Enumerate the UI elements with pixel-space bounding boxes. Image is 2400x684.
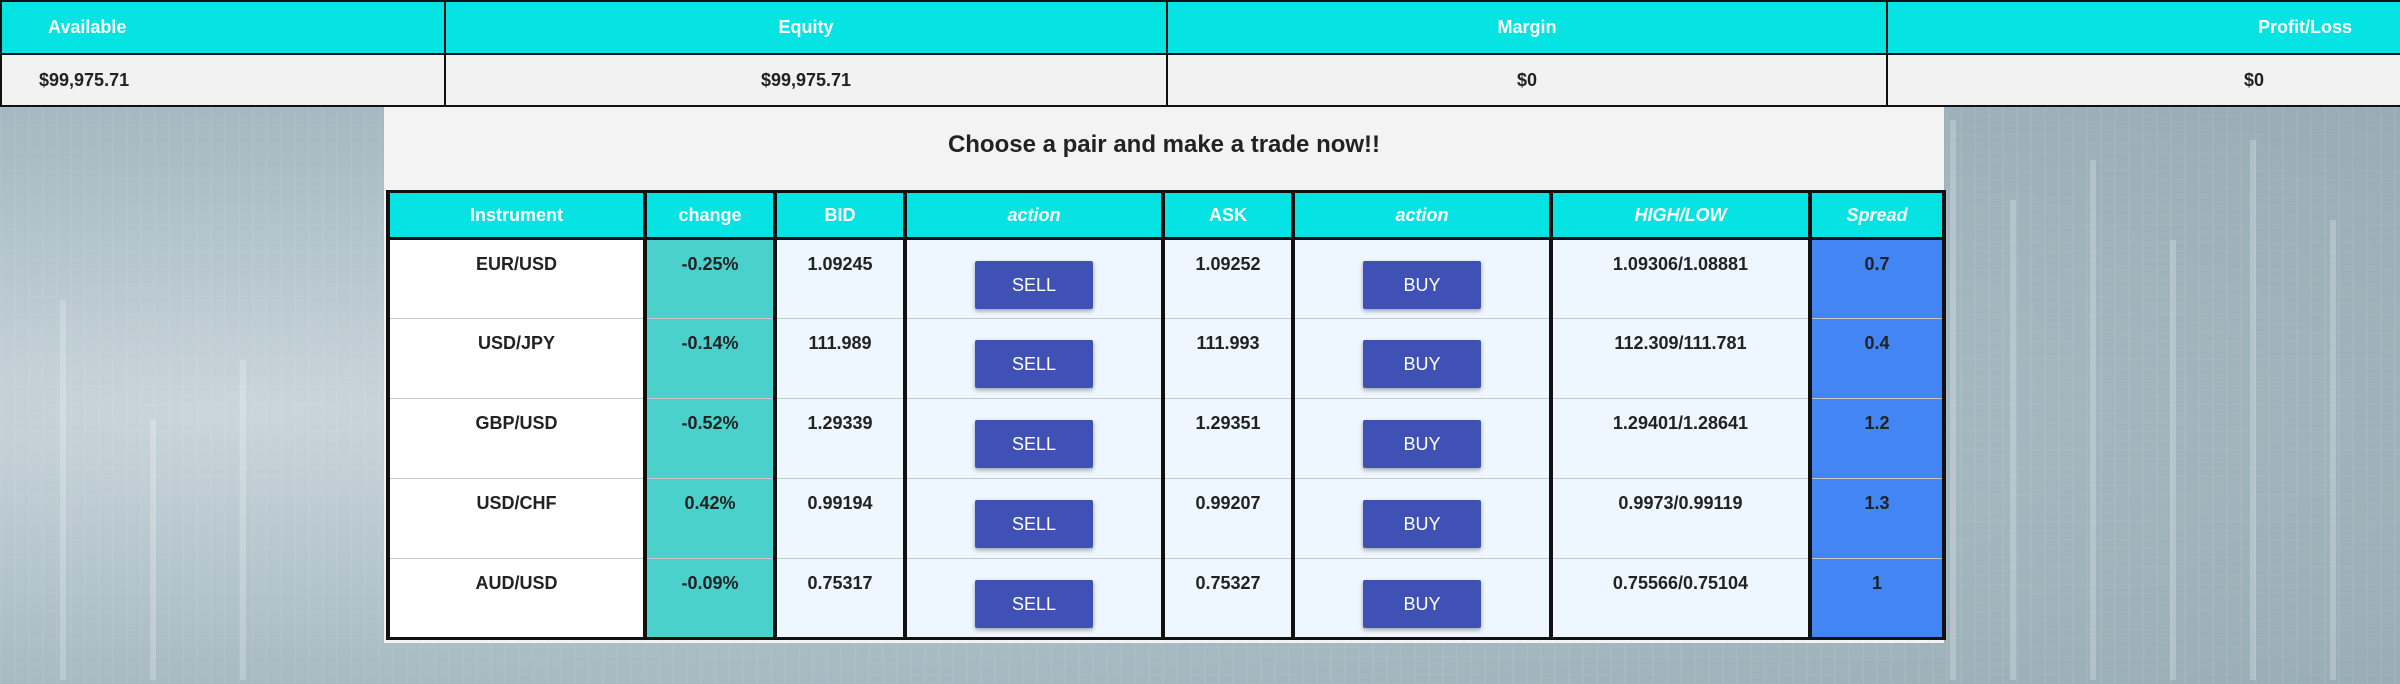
col-action-sell: action (903, 191, 1165, 240)
ask-value: 0.75327 (1161, 558, 1295, 639)
profit-loss-value: $0 (1886, 53, 2400, 107)
change-value: 0.42% (643, 478, 777, 559)
change-value: -0.25% (643, 238, 777, 319)
instrument-table: Instrument change BID action ASK action … (386, 190, 1946, 640)
spread-value: 1.3 (1808, 478, 1946, 559)
instrument-name: EUR/USD (386, 238, 647, 319)
account-summary-header-row: Available Equity Margin Profit/Loss (0, 0, 2400, 55)
spread-value: 1 (1808, 558, 1946, 639)
instrument-name: GBP/USD (386, 398, 647, 479)
sell-button[interactable]: SELL (975, 580, 1093, 628)
buy-button[interactable]: BUY (1363, 500, 1481, 548)
col-high-low: HIGH/LOW (1549, 191, 1812, 240)
col-ask: ASK (1161, 191, 1295, 240)
profit-loss-header: Profit/Loss (1886, 0, 2400, 55)
margin-value: $0 (1166, 53, 1888, 107)
sell-button[interactable]: SELL (975, 500, 1093, 548)
change-value: -0.14% (643, 318, 777, 399)
equity-header: Equity (444, 0, 1168, 55)
instrument-name: USD/CHF (386, 478, 647, 559)
buy-button[interactable]: BUY (1363, 580, 1481, 628)
high-low-value: 0.9973/0.99119 (1549, 478, 1812, 559)
instrument-table-header: Instrument change BID action ASK action … (386, 191, 1946, 240)
spread-value: 0.4 (1808, 318, 1946, 399)
change-value: -0.09% (643, 558, 777, 639)
ask-value: 1.09252 (1161, 238, 1295, 319)
col-spread: Spread (1808, 191, 1946, 240)
high-low-value: 1.29401/1.28641 (1549, 398, 1812, 479)
margin-header: Margin (1166, 0, 1888, 55)
bid-value: 1.09245 (773, 238, 907, 319)
instrument-name: AUD/USD (386, 558, 647, 639)
available-value: $99,975.71 (0, 53, 446, 107)
ask-value: 1.29351 (1161, 398, 1295, 479)
col-bid: BID (773, 191, 907, 240)
instrument-row: GBP/USD -0.52% 1.29339 SELL 1.29351 BUY … (386, 398, 1946, 479)
col-change: change (643, 191, 777, 240)
available-header: Available (0, 0, 446, 55)
instrument-row: USD/CHF 0.42% 0.99194 SELL 0.99207 BUY 0… (386, 478, 1946, 559)
buy-button[interactable]: BUY (1363, 420, 1481, 468)
equity-value: $99,975.71 (444, 53, 1168, 107)
bid-value: 111.989 (773, 318, 907, 399)
col-action-buy: action (1291, 191, 1553, 240)
account-summary-values-row: $99,975.71 $99,975.71 $0 $0 (0, 53, 2400, 107)
spread-value: 0.7 (1808, 238, 1946, 319)
buy-button[interactable]: BUY (1363, 261, 1481, 309)
instrument-row: EUR/USD -0.25% 1.09245 SELL 1.09252 BUY … (386, 238, 1946, 319)
trading-panel: Choose a pair and make a trade now!! Ins… (384, 107, 1946, 643)
bid-value: 0.99194 (773, 478, 907, 559)
panel-title: Choose a pair and make a trade now!! (947, 131, 1381, 158)
bid-value: 0.75317 (773, 558, 907, 639)
ask-value: 0.99207 (1161, 478, 1295, 559)
instrument-row: AUD/USD -0.09% 0.75317 SELL 0.75327 BUY … (386, 558, 1946, 639)
instrument-row: USD/JPY -0.14% 111.989 SELL 111.993 BUY … (386, 318, 1946, 399)
col-instrument: Instrument (386, 191, 647, 240)
ask-value: 111.993 (1161, 318, 1295, 399)
sell-button[interactable]: SELL (975, 340, 1093, 388)
high-low-value: 1.09306/1.08881 (1549, 238, 1812, 319)
instrument-name: USD/JPY (386, 318, 647, 399)
high-low-value: 0.75566/0.75104 (1549, 558, 1812, 639)
high-low-value: 112.309/111.781 (1549, 318, 1812, 399)
change-value: -0.52% (643, 398, 777, 479)
buy-button[interactable]: BUY (1363, 340, 1481, 388)
account-summary-table: Available Equity Margin Profit/Loss $99,… (0, 0, 2400, 107)
bid-value: 1.29339 (773, 398, 907, 479)
sell-button[interactable]: SELL (975, 420, 1093, 468)
sell-button[interactable]: SELL (975, 261, 1093, 309)
spread-value: 1.2 (1808, 398, 1946, 479)
